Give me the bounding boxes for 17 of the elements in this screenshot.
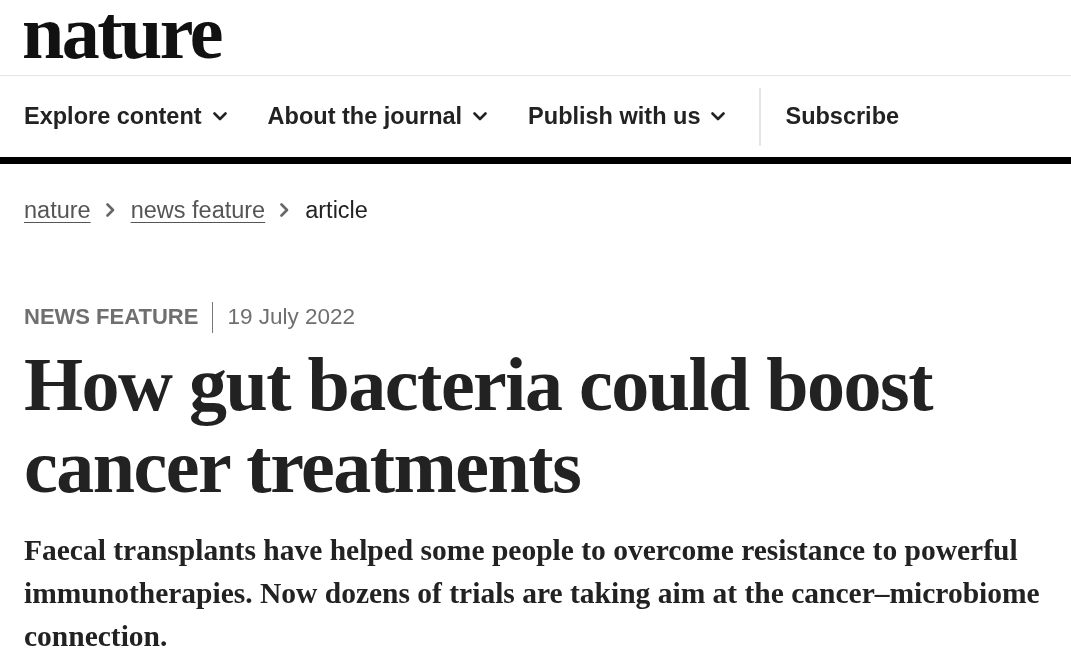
breadcrumb-current: article — [305, 196, 368, 224]
nav-menu-button[interactable]: About the journal — [267, 103, 488, 130]
breadcrumb-link[interactable]: nature — [24, 196, 91, 224]
chevron-down-icon — [473, 112, 488, 121]
article-type-label: NEWS FEATURE — [24, 304, 199, 330]
publish-date: 19 July 2022 — [227, 304, 355, 330]
nav-menu-button[interactable]: Explore content — [24, 103, 227, 130]
chevron-down-icon — [711, 112, 726, 121]
article-title: How gut bacteria could boost cancer treatments — [23, 343, 935, 507]
breadcrumb-link[interactable]: news feature — [130, 196, 266, 224]
chevron-right-icon — [280, 203, 290, 217]
nav-menu-button[interactable]: Publish with us — [528, 103, 726, 130]
chevron-down-icon — [212, 112, 227, 121]
article-standfirst: Faecal transplants have helped some people to overcome resistance to powerful immunotherapies. Now dozens of trials are taking aim at the cancer–microbiome connection. — [23, 533, 1041, 653]
logo-link[interactable]: nature — [22, 0, 221, 64]
chevron-right-icon — [105, 203, 115, 217]
subscribe-link[interactable]: Subscribe — [785, 103, 900, 130]
